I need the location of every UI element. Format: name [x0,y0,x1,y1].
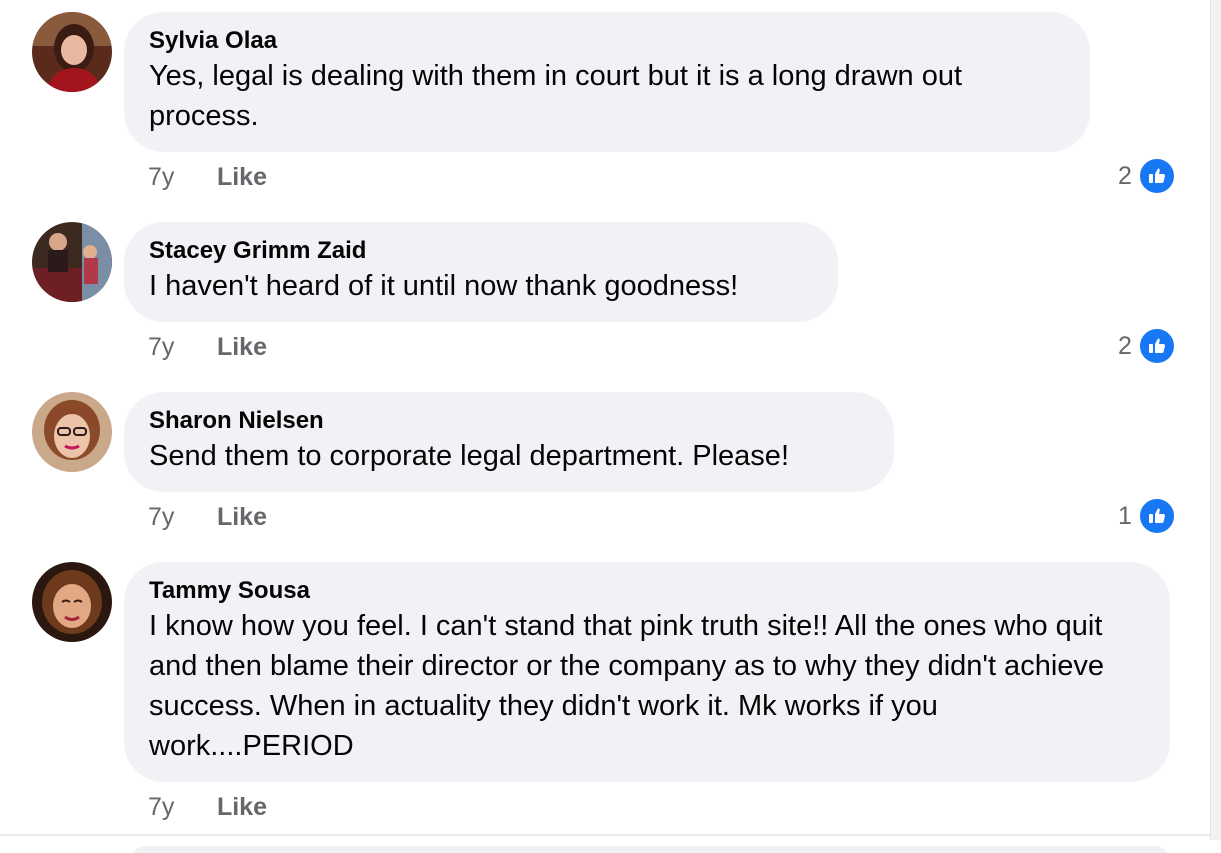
comment-author[interactable]: Sharon Nielsen [149,406,870,436]
comment-meta: 7y Like [148,792,267,822]
comment-timestamp[interactable]: 7y [148,792,210,822]
reaction-count: 2 [1118,331,1132,360]
comment-meta: 7y Like [148,332,267,362]
profile-photo [32,562,112,642]
reaction-count: 1 [1118,501,1132,530]
comment-author[interactable]: Tammy Sousa [149,576,1146,606]
next-comment-bubble [130,846,1170,853]
comments-panel: Sylvia Olaa Yes, legal is dealing with t… [0,0,1221,853]
avatar[interactable] [32,12,112,92]
like-button[interactable]: Like [217,793,267,821]
comment-author[interactable]: Sylvia Olaa [149,26,1066,56]
avatar[interactable] [32,392,112,472]
comment-author[interactable]: Stacey Grimm Zaid [149,236,814,266]
reaction-summary[interactable]: 2 [1118,157,1176,195]
section-divider [0,834,1210,836]
comment-meta: 7y Like [148,502,267,532]
comment-bubble: Sylvia Olaa Yes, legal is dealing with t… [124,12,1090,152]
reaction-count: 2 [1118,161,1132,190]
avatar[interactable] [32,222,112,302]
avatar[interactable] [32,562,112,642]
comment-bubble: Sharon Nielsen Send them to corporate le… [124,392,894,492]
reaction-summary[interactable]: 2 [1118,327,1176,365]
profile-photo [32,12,112,92]
like-button[interactable]: Like [217,503,267,531]
comment-text: Yes, legal is dealing with them in court… [149,60,963,132]
comment-meta: 7y Like [148,162,267,192]
like-button[interactable]: Like [217,333,267,361]
comment-text: Send them to corporate legal department.… [149,440,789,472]
comment-timestamp[interactable]: 7y [148,162,210,192]
comment-text: I know how you feel. I can't stand that … [149,610,1105,762]
profile-photo [32,222,112,302]
comment-timestamp[interactable]: 7y [148,332,210,362]
profile-photo [32,392,112,472]
thumbs-up-icon [1137,157,1176,195]
scrollbar[interactable] [1210,0,1221,840]
comment-timestamp[interactable]: 7y [148,502,210,532]
comment-text: I haven't heard of it until now thank go… [149,270,739,302]
comment-bubble: Tammy Sousa I know how you feel. I can't… [124,562,1170,782]
comment-bubble: Stacey Grimm Zaid I haven't heard of it … [124,222,838,322]
thumbs-up-icon [1137,497,1176,535]
like-button[interactable]: Like [217,163,267,191]
thumbs-up-icon [1137,327,1176,365]
reaction-summary[interactable]: 1 [1118,497,1176,535]
